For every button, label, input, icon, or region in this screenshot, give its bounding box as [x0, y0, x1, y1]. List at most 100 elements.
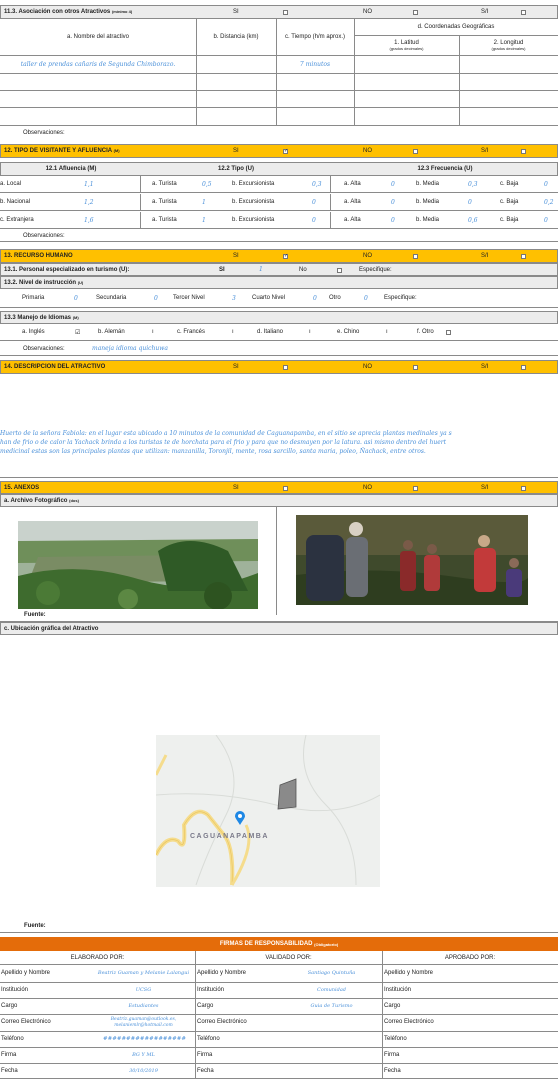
s12-si-no-label: S/I — [481, 148, 489, 154]
elab-firma-value[interactable]: BG Y ML — [96, 1047, 191, 1063]
s15-archivo-note: (dos) — [69, 497, 79, 503]
frec-baja-value[interactable]: 0 — [544, 181, 548, 188]
frec-media-value[interactable]: 0 — [468, 199, 472, 206]
tipo-excursionista-label: b. Excursionista — [232, 181, 275, 187]
garden-photo[interactable] — [18, 521, 258, 609]
tipo-excursionista-label: b. Excursionista — [232, 217, 275, 223]
s15-no-checkbox[interactable] — [413, 486, 418, 491]
idioma-frances-mark-icon[interactable]: ı — [232, 329, 234, 335]
nivel-tercer-label: Tercer Nivel — [173, 295, 205, 301]
s13-personal-no-checkbox[interactable] — [337, 268, 342, 273]
elab-tel-value[interactable]: ################## — [96, 1031, 193, 1047]
tipo-turista-value[interactable]: 1 — [202, 217, 206, 224]
s15-fuente1-label: Fuente: — [24, 612, 46, 618]
nivel-especifique-label: Especifique: — [384, 295, 417, 301]
elab-fecha-value[interactable]: 30/10/2019 — [96, 1063, 191, 1078]
elab-correo-value[interactable]: Beatriz.guaman@outlook.es, melaniemlr@ho… — [96, 1014, 191, 1031]
s12-row: b. Nacional 1,2 a. Turista 1 b. Excursionist… — [0, 194, 558, 211]
idioma-otro-label: f. Otro — [417, 329, 434, 335]
s14-no-checkbox[interactable] — [413, 365, 418, 370]
s14-si-no-checkbox[interactable] — [521, 365, 526, 370]
s13-title: 13. RECURSO HUMANO — [4, 253, 73, 259]
s15-fuente2-row: Fuente: — [0, 920, 558, 933]
s15-ubicacion-header: c. Ubicación gráfica del Atractivo — [0, 622, 558, 635]
frec-baja-value[interactable]: 0,2 — [544, 199, 554, 206]
aprobado-header: APROBADO POR: — [444, 954, 496, 961]
frec-alta-value[interactable]: 0 — [391, 199, 395, 206]
elaborado-header: ELABORADO POR: — [70, 954, 125, 961]
elab-apellido-value[interactable]: Beatriz Guaman y Melanie Lalangui — [96, 964, 191, 982]
idioma-chino-mark-icon[interactable]: ı — [386, 329, 388, 335]
tipo-excursionista-value[interactable]: 0 — [312, 217, 316, 224]
s13-nivel-header: 13.2. Nivel de instrucción (U) — [0, 276, 558, 289]
row1-tiempo[interactable]: 7 minutos — [276, 56, 354, 73]
nivel-otro-label: Otro — [329, 295, 341, 301]
map-place-label: CAGUANAPAMBA — [190, 833, 269, 840]
s13-si-label: SI — [233, 253, 239, 259]
s14-description[interactable]: Huerto de la señora Fabiola: en el lugar… — [0, 374, 558, 478]
people-photo[interactable] — [296, 515, 528, 605]
s14-text-line2: han de frio o de calor la Yachack brinda… — [0, 439, 447, 446]
s13-obs-value[interactable]: maneja idioma quichuwa — [92, 345, 168, 352]
idioma-otro-checkbox[interactable] — [446, 330, 451, 335]
firmas-title: FIRMAS DE RESPONSABILIDAD — [219, 941, 313, 947]
frec-media-value[interactable]: 0,6 — [468, 217, 478, 224]
s14-text-line1: Huerto de la señora Fabiola: en el lugar… — [0, 430, 452, 437]
s13-si-checkbox[interactable] — [283, 253, 288, 259]
elab-inst-value[interactable]: UCSG — [96, 982, 191, 998]
s13-si-no-label: S/I — [481, 253, 489, 259]
s11-header: 11.3. Asociación con otros Atractivos (m… — [0, 5, 558, 19]
s15-si-no-checkbox[interactable] — [521, 486, 526, 491]
idioma-ingles-check-icon[interactable]: ☑ — [75, 329, 80, 336]
s12-frecuencia-header: 12.3 Frecuencia (U) — [417, 166, 473, 172]
nivel-secundaria-value[interactable]: 0 — [154, 295, 158, 302]
frec-baja-value[interactable]: 0 — [544, 217, 548, 224]
s15-si-label: SI — [233, 484, 239, 491]
nivel-otro-value[interactable]: 0 — [364, 295, 368, 302]
tipo-turista-value[interactable]: 0,5 — [202, 181, 212, 188]
idioma-italiano-mark-icon[interactable]: ı — [309, 329, 311, 335]
s11-no-label: NO — [363, 9, 372, 15]
afluencia-value[interactable]: 1,6 — [84, 217, 94, 224]
aprob-correo-label: Correo Electrónico — [384, 1019, 434, 1025]
frec-alta-value[interactable]: 0 — [391, 217, 395, 224]
nivel-tercer-value[interactable]: 3 — [232, 295, 236, 302]
elab-cargo-value[interactable]: Estudiantes — [96, 998, 191, 1014]
tipo-excursionista-value[interactable]: 0,3 — [312, 181, 322, 188]
s13-personal-si-value[interactable]: 1 — [259, 266, 263, 273]
afluencia-value[interactable]: 1,2 — [84, 199, 94, 206]
s13-personal-label: 13.1. Personal especializado en turismo … — [4, 266, 130, 273]
elab-cargo-label: Cargo — [1, 1003, 18, 1009]
s15-si-checkbox[interactable] — [283, 486, 288, 491]
row1-nombre[interactable]: taller de prendas cañaris de Segunda Chi… — [10, 56, 186, 73]
tipo-excursionista-label: b. Excursionista — [232, 199, 275, 205]
s14-si-checkbox[interactable] — [283, 365, 288, 370]
valid-cargo-value[interactable]: Guia de Turismo — [284, 998, 379, 1014]
s11-si-no-checkbox[interactable] — [521, 10, 526, 15]
s12-no-checkbox[interactable] — [413, 149, 418, 154]
s12-si-no-checkbox[interactable] — [521, 149, 526, 154]
s11-no-checkbox[interactable] — [413, 10, 418, 15]
s13-si-no-checkbox[interactable] — [521, 254, 526, 259]
s13-no-checkbox[interactable] — [413, 254, 418, 259]
frec-media-value[interactable]: 0,3 — [468, 181, 478, 188]
frec-alta-value[interactable]: 0 — [391, 181, 395, 188]
tipo-turista-value[interactable]: 1 — [202, 199, 206, 206]
nivel-primaria-value[interactable]: 0 — [74, 295, 78, 302]
valid-cargo-label: Cargo — [197, 1003, 214, 1009]
nivel-cuarto-value[interactable]: 0 — [313, 295, 317, 302]
s11-si-checkbox[interactable] — [283, 10, 288, 15]
s12-afluencia-header: 12.1 Afluencia (M) — [45, 166, 97, 172]
map-pin-icon[interactable] — [235, 811, 245, 827]
valid-apellido-value[interactable]: Santiago Quintuña — [284, 964, 379, 982]
idioma-aleman-mark-icon[interactable]: ı — [152, 329, 154, 335]
valid-inst-value[interactable]: Comunidad — [284, 982, 379, 998]
s15-si-no-label: S/I — [481, 484, 489, 491]
afluencia-value[interactable]: 1,1 — [84, 181, 94, 188]
s13-idiomas-note: (M) — [72, 314, 79, 320]
tipo-excursionista-value[interactable]: 0 — [312, 199, 316, 206]
tipo-turista-label: a. Turista — [152, 181, 177, 187]
s12-si-checkbox[interactable] — [283, 148, 288, 154]
s13-idiomas-row: a. Inglés ☑ b. Alemán ı c. Francés ı d. … — [0, 324, 558, 341]
location-map[interactable]: CAGUANAPAMBA — [156, 735, 380, 887]
